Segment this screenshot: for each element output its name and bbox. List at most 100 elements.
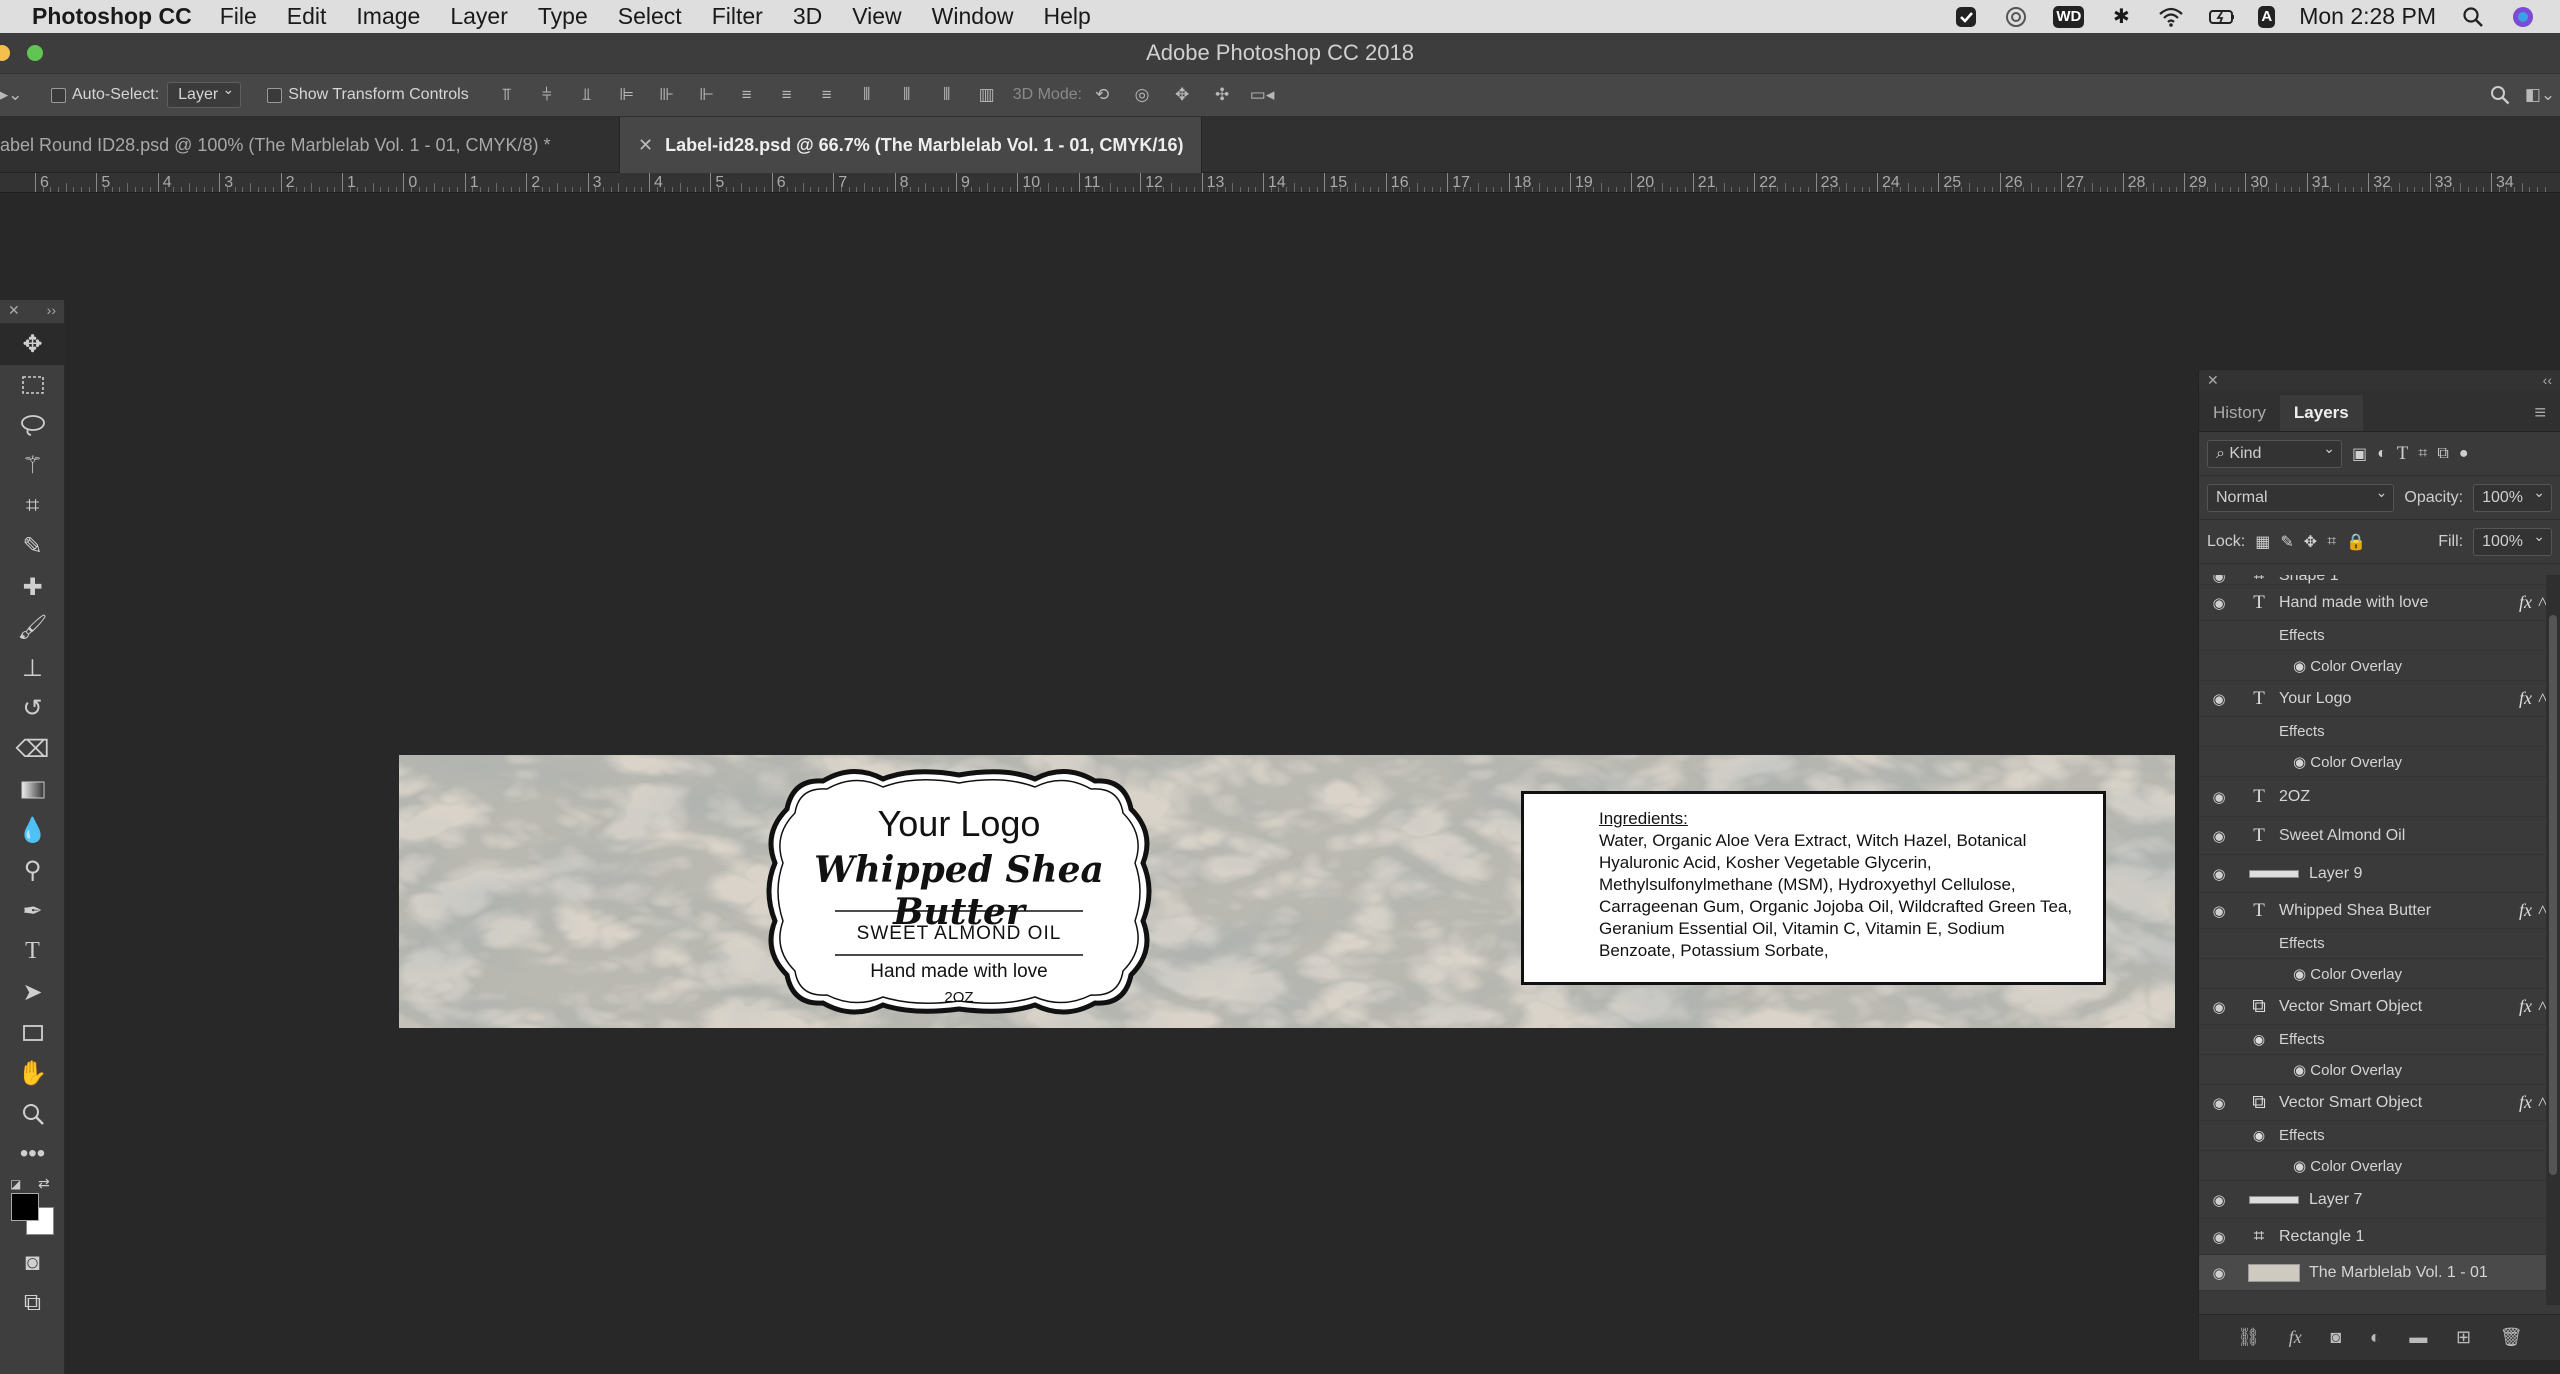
scrollbar-thumb[interactable] — [2549, 615, 2557, 1175]
blend-mode-dropdown[interactable]: Normal — [2207, 483, 2395, 512]
auto-select-dropdown[interactable]: Layer — [167, 81, 242, 108]
filter-pixel-icon[interactable]: ▣ — [2352, 444, 2367, 464]
label-artwork[interactable]: Your Logo Whipped Shea Butter SWEET ALMO… — [399, 755, 2175, 1028]
app-menu[interactable]: Photoshop CC — [32, 3, 192, 30]
effects-row[interactable]: Effects — [2199, 621, 2560, 651]
zoom-tool-icon[interactable] — [0, 1094, 65, 1135]
todo-check-icon[interactable] — [1953, 6, 1979, 28]
rectangle-tool-icon[interactable] — [0, 1013, 65, 1054]
visibility-eye-icon[interactable]: ◉ — [2199, 902, 2239, 920]
battery-icon[interactable] — [2208, 6, 2235, 28]
workspace-switcher-icon[interactable]: ◧⌄ — [2525, 84, 2555, 106]
effects-row[interactable]: ◉ Effects — [2199, 1121, 2560, 1151]
menu-image[interactable]: Image — [356, 3, 420, 30]
distribute-top-icon[interactable]: ≡ — [736, 84, 758, 106]
filter-toggle-icon[interactable]: ● — [2459, 445, 2469, 463]
visibility-eye-icon[interactable]: ◉ — [2199, 1191, 2239, 1209]
3d-orbit-icon[interactable]: ⟲ — [1091, 84, 1113, 106]
input-source-icon[interactable]: A — [2258, 5, 2276, 28]
search-icon[interactable] — [2489, 84, 2511, 106]
filter-adjustment-icon[interactable]: ◐ — [2377, 445, 2387, 463]
layer-row-sweet-almond[interactable]: ◉ T Sweet Almond Oil — [2199, 817, 2560, 855]
effect-eye-icon[interactable]: ◉ — [2293, 1158, 2310, 1175]
filter-smart-object-icon[interactable]: ⧉ — [2437, 445, 2448, 463]
align-vcenter-icon[interactable]: ⫩ — [536, 84, 558, 106]
eraser-tool-icon[interactable]: ⌫ — [0, 729, 65, 770]
blur-tool-icon[interactable]: 💧 — [0, 810, 65, 851]
pen-tool-icon[interactable]: ✒ — [0, 891, 65, 932]
align-left-icon[interactable]: ⊫ — [616, 84, 638, 106]
new-adjustment-layer-icon[interactable]: ◐ — [2370, 1327, 2381, 1348]
delete-layer-icon[interactable]: 🗑 — [2500, 1327, 2523, 1348]
layer-row-marblelab[interactable]: ◉ The Marblelab Vol. 1 - 01 — [2199, 1255, 2560, 1291]
effect-eye-icon[interactable]: ◉ — [2293, 966, 2310, 983]
color-overlay-row[interactable]: ◉ Color Overlay — [2199, 747, 2560, 777]
eyedropper-tool-icon[interactable]: ✎ — [0, 527, 65, 568]
siri-icon[interactable] — [2510, 6, 2536, 28]
lock-transparent-icon[interactable]: ▦ — [2255, 532, 2270, 552]
layer-row-2oz[interactable]: ◉ T 2OZ — [2199, 777, 2560, 817]
tab-history[interactable]: History — [2199, 395, 2280, 431]
visibility-eye-icon[interactable]: ◉ — [2199, 998, 2239, 1016]
align-hcenter-icon[interactable]: ⊪ — [656, 84, 678, 106]
effect-eye-icon[interactable]: ◉ — [2293, 1062, 2310, 1079]
layer-row-rectangle1[interactable]: ◉ ⌗ Rectangle 1 — [2199, 1219, 2560, 1255]
layers-scrollbar[interactable] — [2546, 575, 2560, 1305]
menu-file[interactable]: File — [220, 3, 257, 30]
effects-eye-icon[interactable]: ◉ — [2239, 1128, 2279, 1144]
panel-close-icon[interactable]: ✕ — [2207, 372, 2219, 388]
hand-tool-icon[interactable]: ✋ — [0, 1053, 65, 1094]
3d-scale-icon[interactable]: ▭◂ — [1250, 84, 1275, 106]
color-overlay-row[interactable]: ◉ Color Overlay — [2199, 959, 2560, 989]
visibility-eye-icon[interactable]: ◉ — [2199, 575, 2239, 585]
lasso-tool-icon[interactable] — [0, 405, 65, 446]
add-mask-icon[interactable]: ◙ — [2330, 1327, 2341, 1348]
lock-artboard-icon[interactable]: ⌗ — [2327, 533, 2336, 551]
history-brush-tool-icon[interactable]: ↺ — [0, 689, 65, 730]
lock-pixels-icon[interactable]: ✎ — [2280, 532, 2293, 552]
magic-wand-tool-icon[interactable]: ⚚ — [0, 446, 65, 487]
tab-label-round[interactable]: abel Round ID28.psd @ 100% (The Marblela… — [0, 117, 620, 173]
filter-kind-dropdown[interactable]: ⌕ Kind — [2207, 439, 2342, 468]
3d-pan-icon[interactable]: ✥ — [1171, 84, 1193, 106]
window-minimize-icon[interactable] — [0, 45, 10, 61]
layer-row-whipped[interactable]: ◉ T Whipped Shea Butter fx ˄ — [2199, 893, 2560, 929]
ingredients-box[interactable]: Ingredients: Water, Organic Aloe Vera Ex… — [1521, 791, 2106, 985]
visibility-eye-icon[interactable]: ◉ — [2199, 827, 2239, 845]
wifi-icon[interactable] — [2158, 6, 2184, 28]
distribute-bottom-icon[interactable]: ≡ — [816, 84, 838, 106]
auto-select-checkbox[interactable] — [51, 87, 66, 103]
distribute-vcenter-icon[interactable]: ≡ — [776, 84, 798, 106]
path-selection-tool-icon[interactable]: ➤ — [0, 972, 65, 1013]
layer-row-vso-1[interactable]: ◉ ⧉ Vector Smart Object fx ˄ — [2199, 989, 2560, 1025]
bluetooth-icon[interactable]: ✱ — [2108, 6, 2134, 28]
menu-window[interactable]: Window — [932, 3, 1014, 30]
screen-mode-icon[interactable]: ⧉ — [0, 1283, 65, 1324]
opacity-input[interactable]: 100% — [2473, 483, 2552, 512]
effects-row[interactable]: Effects — [2199, 929, 2560, 959]
clone-stamp-tool-icon[interactable]: ⊥ — [0, 648, 65, 689]
menubar-clock[interactable]: Mon 2:28 PM — [2299, 3, 2436, 30]
layer-row-hand-made[interactable]: ◉ T Hand made with love fx ˄ — [2199, 585, 2560, 621]
panel-close-icon[interactable]: ✕ — [8, 302, 20, 321]
distribute-left-icon[interactable]: ⦀ — [856, 84, 878, 106]
menu-view[interactable]: View — [852, 3, 901, 30]
effects-row[interactable]: ◉ Effects — [2199, 1025, 2560, 1055]
effects-eye-icon[interactable]: ◉ — [2239, 1032, 2279, 1048]
color-overlay-row[interactable]: ◉ Color Overlay — [2199, 1151, 2560, 1181]
auto-align-icon[interactable]: ▥ — [976, 84, 998, 106]
layer-row-your-logo[interactable]: ◉ T Your Logo fx ˄ — [2199, 681, 2560, 717]
visibility-eye-icon[interactable]: ◉ — [2199, 1264, 2239, 1282]
dodge-tool-icon[interactable]: ⚲ — [0, 851, 65, 892]
effects-row[interactable]: Effects — [2199, 717, 2560, 747]
tab-layers[interactable]: Layers — [2279, 395, 2363, 431]
horizontal-ruler[interactable]: 6 5 4 3 2 1 0 1 2 3 4 5 6 7 8 9 10 11 12 13 14 15 16 17 18 19 20 21… — [0, 173, 2560, 193]
creative-cloud-sync-icon[interactable] — [2003, 6, 2029, 28]
quick-mask-icon[interactable]: ◙ — [0, 1243, 65, 1284]
logo-badge[interactable]: Your Logo Whipped Shea Butter SWEET ALMO… — [763, 763, 1155, 1020]
menu-type[interactable]: Type — [538, 3, 588, 30]
layer-row-layer7[interactable]: ◉ Layer 7 — [2199, 1181, 2560, 1219]
apple-menu-icon[interactable] — [0, 0, 32, 33]
3d-slide-icon[interactable]: ✣ — [1211, 84, 1233, 106]
layer-row-vso-2[interactable]: ◉ ⧉ Vector Smart Object fx ˄ — [2199, 1085, 2560, 1121]
